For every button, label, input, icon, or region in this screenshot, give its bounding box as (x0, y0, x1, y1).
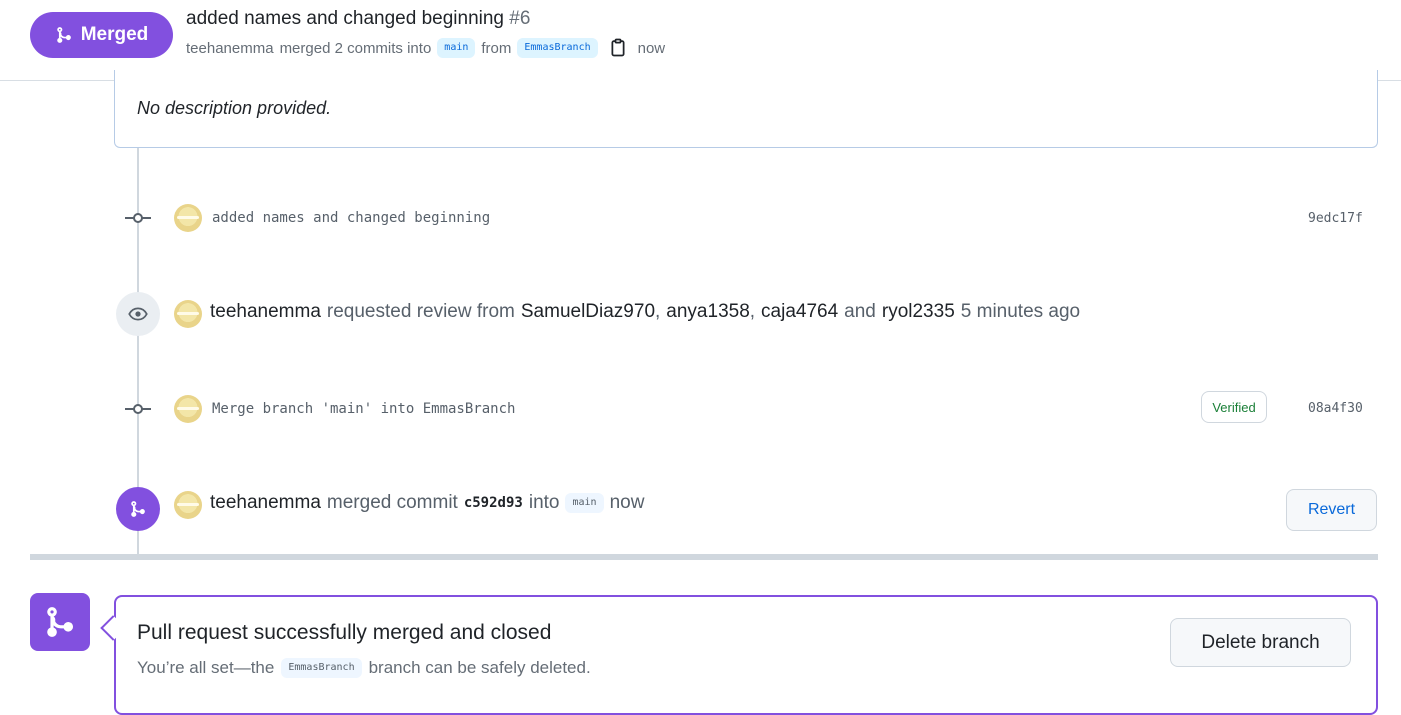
merge-commit-sha[interactable]: c592d93 (464, 495, 523, 511)
git-merge-icon (47, 607, 74, 637)
avatar[interactable] (174, 491, 202, 519)
merge-time[interactable]: now (610, 492, 645, 514)
merge-event-icon (116, 487, 160, 531)
reviewer-link[interactable]: anya1358 (666, 301, 749, 322)
merge-status-icon (30, 593, 90, 651)
eye-icon (128, 307, 148, 321)
pr-title-text: added names and changed beginning (186, 8, 504, 29)
git-commit-icon (125, 213, 151, 223)
actor-link[interactable]: teehanemma (210, 301, 321, 323)
pr-description-box: No description provided. (114, 70, 1378, 148)
merged-text: merged 2 commits into (279, 39, 432, 57)
avatar[interactable] (174, 395, 202, 423)
review-request-event: teehanemma requested review from SamuelD… (210, 301, 1081, 323)
from-text: from (481, 39, 512, 57)
merge-sub-prefix: You’re all set—the (137, 658, 275, 677)
merged-badge-label: Merged (80, 24, 149, 45)
pr-number: #6 (509, 8, 531, 29)
revert-button[interactable]: Revert (1286, 489, 1377, 531)
description-text: No description provided. (137, 98, 332, 118)
reviewer-link[interactable]: SamuelDiaz970 (521, 301, 655, 322)
commit-sha-2[interactable]: 08a4f30 (1308, 401, 1363, 416)
avatar[interactable] (174, 300, 202, 328)
pr-sticky-header: Merged added names and changed beginning… (0, 0, 1401, 81)
base-branch-tag[interactable]: main (437, 38, 476, 58)
copy-icon[interactable] (608, 38, 628, 58)
commit-message-1[interactable]: added names and changed beginning (212, 210, 490, 226)
merge-sub-suffix: branch can be safely deleted. (368, 658, 591, 677)
git-merge-icon (131, 501, 145, 517)
pr-meta: teehanemma merged 2 commits into main fr… (186, 38, 665, 58)
into-text: into (528, 492, 560, 513)
reviewer-link[interactable]: ryol2335 (882, 301, 955, 323)
pr-title: added names and changed beginning #6 (186, 8, 530, 30)
delete-branch-button[interactable]: Delete branch (1170, 618, 1351, 667)
merge-event: teehanemma merged commit c592d93 into ma… (210, 492, 644, 514)
review-request-text: requested review from (326, 301, 515, 322)
branch-tag[interactable]: main (565, 493, 604, 513)
git-merge-icon (56, 27, 71, 43)
branch-tag[interactable]: EmmasBranch (281, 658, 362, 678)
merge-status-subtitle: You’re all set—the EmmasBranch branch ca… (137, 658, 591, 678)
review-event-icon (116, 292, 160, 336)
merge-time: now (637, 39, 666, 57)
merged-commit-text: merged commit (326, 492, 458, 513)
timeline-end-divider (30, 554, 1378, 560)
merged-status-badge: Merged (30, 12, 173, 58)
author-link[interactable]: teehanemma (186, 40, 274, 57)
git-commit-icon (125, 404, 151, 414)
commit-sha-1[interactable]: 9edc17f (1308, 211, 1363, 226)
avatar[interactable] (174, 204, 202, 232)
head-branch-tag[interactable]: EmmasBranch (517, 38, 598, 58)
review-time[interactable]: 5 minutes ago (961, 301, 1080, 323)
merge-status-title: Pull request successfully merged and clo… (137, 621, 552, 644)
and-text: and (844, 301, 876, 322)
commit-message-2[interactable]: Merge branch 'main' into EmmasBranch (212, 401, 515, 417)
actor-link[interactable]: teehanemma (210, 492, 321, 514)
verified-badge[interactable]: Verified (1201, 391, 1267, 423)
reviewer-link[interactable]: caja4764 (761, 301, 838, 323)
